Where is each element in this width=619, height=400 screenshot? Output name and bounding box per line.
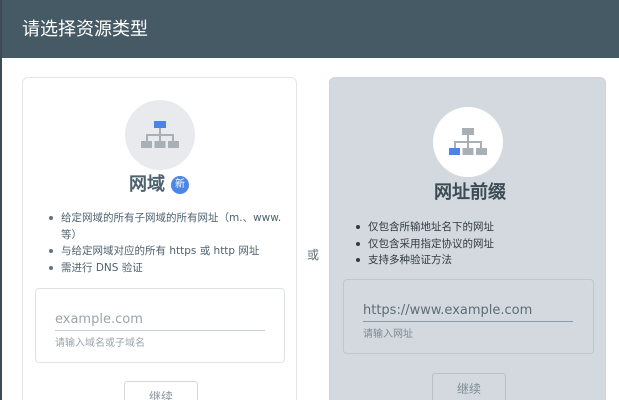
list-item: 仅包含采用指定协议的网址 (354, 236, 589, 253)
prefix-title: 网址前缀 (434, 182, 506, 203)
domain-title: 网域 (129, 174, 165, 195)
list-item: 给定网域的所有子网域的所有网址（m.、www. 等） (47, 210, 282, 243)
url-prefix-property-card[interactable]: 网址前缀 仅包含所输地址名下的网址 仅包含采用指定协议的网址 支持多种验证方法 … (329, 77, 606, 400)
dialog-title: 请选择资源类型 (22, 19, 148, 40)
domain-input-hint: 请输入域名或子域名 (55, 338, 145, 349)
prefix-input-box: 请输入网址 (343, 279, 594, 354)
prefix-continue-button[interactable]: 继续 (432, 373, 506, 400)
list-item: 支持多种验证方法 (354, 252, 589, 269)
prefix-title-row: 网址前缀 (434, 181, 506, 205)
domain-input[interactable] (55, 309, 265, 331)
list-item: 与给定网域对应的所有 https 或 http 网址 (47, 243, 282, 260)
network-tree-icon (141, 121, 179, 148)
network-tree-icon (449, 128, 487, 155)
list-item: 仅包含所输地址名下的网址 (354, 219, 589, 236)
prefix-icon-circle (433, 107, 503, 177)
url-prefix-input[interactable] (363, 300, 573, 322)
or-separator: 或 (307, 248, 320, 262)
domain-continue-button[interactable]: 继续 (124, 381, 198, 400)
domain-icon-circle (125, 100, 195, 170)
new-badge: 新 (171, 176, 189, 194)
domain-feature-list: 给定网域的所有子网域的所有网址（m.、www. 等） 与给定网域对应的所有 ht… (47, 210, 282, 276)
domain-input-box: 请输入域名或子域名 (35, 288, 285, 363)
list-item: 需进行 DNS 验证 (47, 260, 282, 277)
prefix-feature-list: 仅包含所输地址名下的网址 仅包含采用指定协议的网址 支持多种验证方法 (354, 219, 589, 269)
prefix-input-hint: 请输入网址 (363, 329, 413, 340)
resource-type-dialog: 请选择资源类型 网域 新 给定网域的所有子网域的所有网址（m.、www. 等） … (2, 0, 619, 400)
domain-title-row: 网域 新 (129, 173, 189, 197)
dialog-header: 请选择资源类型 (2, 0, 619, 58)
domain-property-card[interactable]: 网域 新 给定网域的所有子网域的所有网址（m.、www. 等） 与给定网域对应的… (22, 77, 297, 400)
